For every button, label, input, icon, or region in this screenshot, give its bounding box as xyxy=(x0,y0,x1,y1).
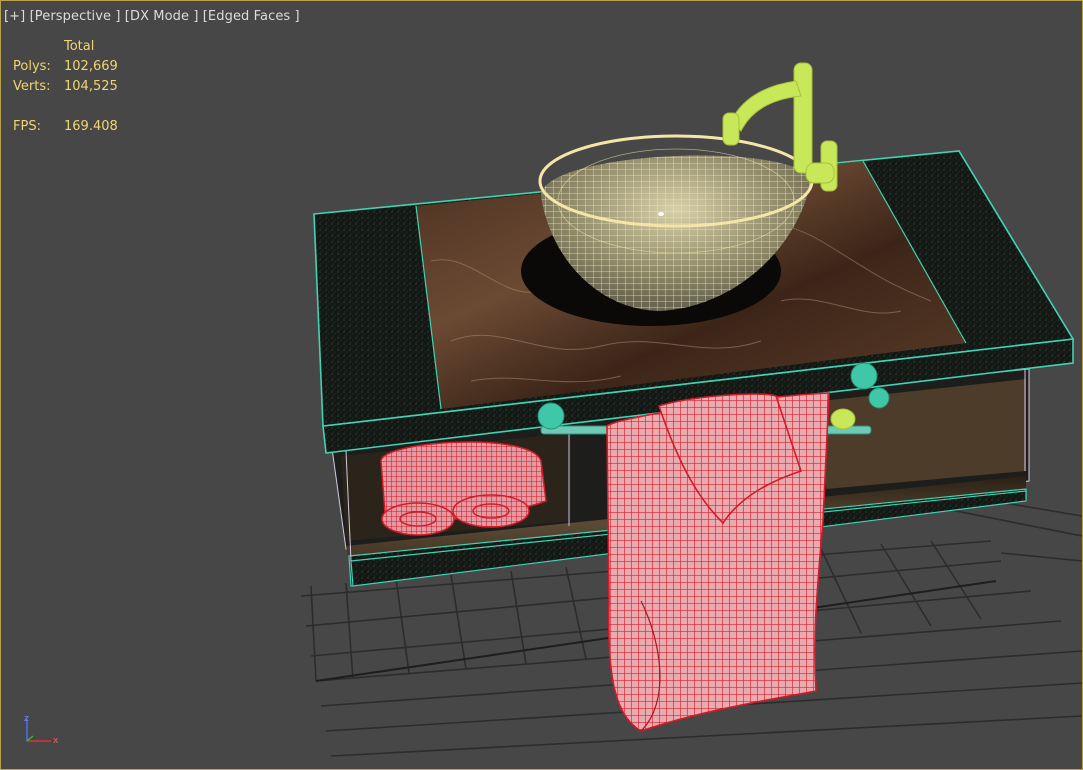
stats-polys-value: 102,669 xyxy=(64,59,118,74)
rolled-towels xyxy=(380,441,547,536)
viewport-render-mode-menu[interactable]: [DX Mode ] xyxy=(125,9,199,24)
stats-fps-label: FPS: xyxy=(13,119,41,134)
stats-fps-value: 169.408 xyxy=(64,119,118,134)
stats-verts-value: 104,525 xyxy=(64,79,118,94)
axis-z-label: z xyxy=(24,714,29,724)
perspective-viewport[interactable]: [+] [Perspective ] [DX Mode ] [Edged Fac… xyxy=(0,0,1083,770)
hanging-towel xyxy=(606,392,830,732)
stats-verts-label: Verts: xyxy=(13,79,51,94)
viewport-plus-menu[interactable]: [+] xyxy=(4,9,25,24)
axis-tripod-icon: z x xyxy=(24,714,59,746)
stats-polys-label: Polys: xyxy=(13,59,51,74)
scene-canvas[interactable] xyxy=(1,1,1082,769)
axis-x-label: x xyxy=(53,736,59,746)
stats-header-total: Total xyxy=(64,39,95,54)
viewport-label-menu: [+] [Perspective ] [DX Mode ] [Edged Fac… xyxy=(4,9,300,24)
viewport-shading-menu[interactable]: [Edged Faces ] xyxy=(203,9,300,24)
viewport-point-of-view-menu[interactable]: [Perspective ] xyxy=(30,9,121,24)
